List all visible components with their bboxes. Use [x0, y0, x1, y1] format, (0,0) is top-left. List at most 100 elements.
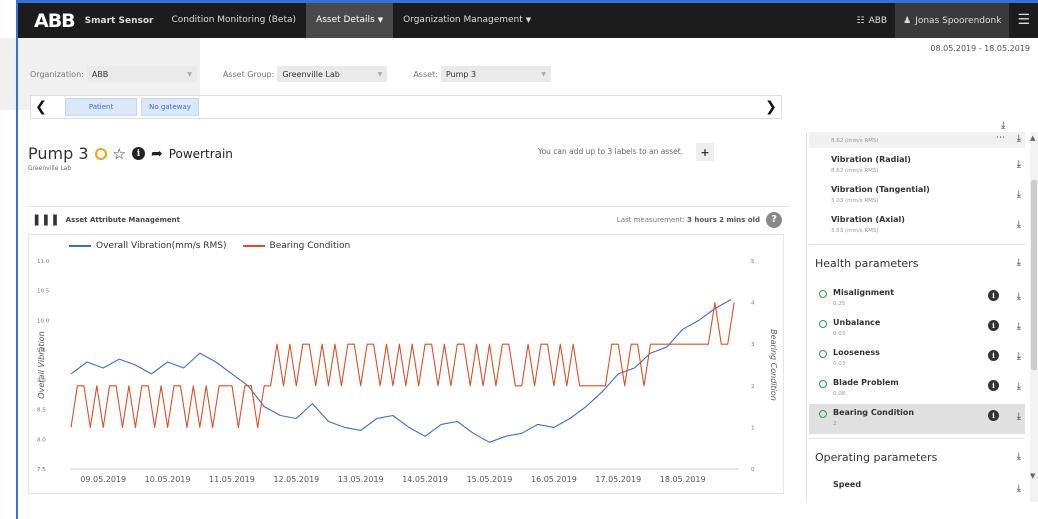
x-tick-label: 18.05.2019 [660, 475, 706, 484]
user-menu[interactable]: ♟ Jonas Spoorendonk [895, 3, 1010, 38]
chart-canvas[interactable]: 11.010.510.09.59.08.58.07.554321009.05.2… [29, 235, 785, 495]
help-icon[interactable]: ? [766, 211, 782, 228]
operating-row-speed[interactable]: Speed ⤓ [809, 476, 1025, 506]
y-left-tick-label: 10.5 [37, 289, 50, 295]
patient-chip[interactable]: Patient [65, 98, 137, 116]
info-icon[interactable]: i [988, 320, 999, 331]
caret-down-icon: ▼ [525, 16, 532, 24]
info-icon[interactable]: i [131, 147, 145, 160]
param-value: 8.62 (mm/s RMS) [831, 138, 879, 144]
param-name: Looseness [833, 348, 880, 357]
no-gateway-chip[interactable]: No gateway [141, 98, 199, 116]
sidebar-scrollbar-thumb[interactable] [1031, 180, 1037, 370]
download-icon[interactable]: ⤓ [1001, 120, 1005, 131]
user-name: Jonas Spoorendonk [915, 15, 1002, 26]
vibration-radial-row[interactable]: Vibration (Radial) 8.62 (mm/s RMS) ⤓ [809, 152, 1025, 182]
info-icon[interactable]: i [988, 350, 999, 361]
param-name: Misalignment [833, 288, 895, 297]
asset-label: Asset: [413, 69, 438, 79]
nav-asset-details[interactable]: Asset Details ▼ [306, 3, 394, 38]
info-icon[interactable]: i [988, 290, 999, 301]
section-title: Health parameters [815, 257, 919, 270]
x-tick-label: 14.05.2019 [402, 475, 448, 484]
download-icon[interactable]: ⤓ [1017, 483, 1021, 494]
dropdown-arrow-icon: ▼ [187, 70, 192, 78]
param-value: 0.25 [833, 301, 846, 307]
asset-header: Pump 3 ☆ i ➦ Powertrain [28, 144, 233, 163]
download-icon[interactable]: ⤓ [1017, 189, 1021, 200]
y-left-tick-label: 8.5 [37, 408, 46, 414]
hamburger-menu-icon[interactable]: ☰ [1009, 3, 1038, 38]
org-switcher[interactable]: ☷ ABB [849, 3, 896, 38]
x-tick-label: 11.05.2019 [209, 475, 255, 484]
operating-parameters-header: Operating parameters ⤓ [809, 438, 1025, 474]
vibration-tangential-row[interactable]: Vibration (Tangential) 3.03 (mm/s RMS) ⤓ [809, 182, 1025, 212]
asset-group-subtitle: Greenville Lab [28, 165, 72, 172]
add-label-button[interactable]: + [696, 143, 714, 161]
asset-select[interactable]: Pump 3 ▼ [440, 66, 551, 82]
param-value: 0.03 [833, 361, 846, 367]
sliders-icon[interactable]: ❚❚❚ [32, 213, 60, 226]
download-icon[interactable]: ⤓ [1017, 291, 1021, 302]
organization-select[interactable]: ABB ▼ [86, 66, 197, 82]
status-ok-icon [819, 320, 827, 328]
download-icon[interactable]: ⤓ [1017, 321, 1021, 332]
health-row-blade-problem[interactable]: Blade Problem 0.08 i ⤓ [809, 374, 1025, 404]
y-right-tick-label: 2 [751, 384, 755, 390]
page: ABB Smart Sensor Condition Monitoring (B… [0, 0, 1038, 519]
nav-organization-management-label: Organization Management [403, 15, 523, 25]
download-icon[interactable]: ⤓ [1017, 411, 1021, 422]
date-range[interactable]: 08.05.2019 - 18.05.2019 [930, 44, 1030, 53]
param-value: 0.08 [833, 391, 846, 397]
nav-organization-management[interactable]: Organization Management ▼ [393, 3, 541, 38]
abb-logo[interactable]: ABB [34, 10, 76, 32]
param-name: Unbalance [833, 318, 881, 327]
x-tick-label: 10.05.2019 [145, 475, 191, 484]
organization-value: ABB [91, 69, 109, 79]
info-icon[interactable]: i [988, 380, 999, 391]
param-value: 2 [833, 421, 837, 427]
status-ok-icon [819, 410, 827, 418]
download-icon[interactable]: ⤓ [1017, 133, 1021, 144]
health-parameters-header: Health parameters ⤓ [809, 244, 1025, 280]
chevron-left-icon[interactable]: ❮ [31, 98, 51, 116]
asset-group-select[interactable]: Greenville Lab ▼ [277, 66, 388, 82]
scroll-up-icon[interactable]: ▲ [1030, 134, 1035, 142]
navbar-right: ☷ ABB ♟ Jonas Spoorendonk ☰ [849, 3, 1038, 38]
attribute-bar: ❚❚❚ Asset Attribute Management Last meas… [28, 206, 790, 232]
nav-condition-monitoring[interactable]: Condition Monitoring (Beta) [161, 3, 306, 38]
health-row-misalignment[interactable]: Misalignment 0.25 i ⤓ [809, 284, 1025, 314]
asset-group-label: Asset Group: [222, 69, 275, 79]
chevron-right-icon[interactable]: ❯ [761, 98, 781, 116]
asset-label-tag[interactable]: Powertrain [169, 147, 233, 161]
dropdown-arrow-icon: ▼ [377, 70, 383, 78]
health-row-bearing-condition[interactable]: Bearing Condition 2 i ⤓ [809, 404, 1025, 434]
asset-attribute-management-link[interactable]: Asset Attribute Management [66, 216, 180, 224]
vibration-axial-row[interactable]: Vibration (Axial) 3.53 (mm/s RMS) ⤓ [809, 212, 1025, 242]
sidebar-panel: 8.62 (mm/s RMS) ⋯ ⤓ Vibration (Radial) 8… [806, 132, 1028, 502]
asset-value: Pump 3 [445, 69, 477, 79]
more-icon[interactable]: ⋯ [996, 133, 1005, 143]
download-icon[interactable]: ⤓ [1017, 381, 1021, 392]
y-left-tick-label: 10.0 [37, 318, 50, 324]
health-row-unbalance[interactable]: Unbalance 0.03 i ⤓ [809, 314, 1025, 344]
star-icon[interactable]: ☆ [113, 145, 126, 163]
vibration-row-cut[interactable]: 8.62 (mm/s RMS) ⋯ ⤓ [809, 132, 1025, 148]
organization-label: Organization: [30, 69, 84, 79]
download-icon[interactable]: ⤓ [1017, 219, 1021, 230]
download-icon[interactable]: ⤓ [1017, 451, 1021, 462]
scroll-down-icon[interactable]: ▼ [1030, 472, 1035, 480]
download-icon[interactable]: ⤓ [1017, 257, 1021, 268]
info-icon[interactable]: i [988, 410, 999, 421]
download-icon[interactable]: ⤓ [1017, 351, 1021, 362]
brand-label[interactable]: Smart Sensor [85, 16, 154, 26]
y-left-tick-label: 7.5 [37, 467, 46, 473]
health-row-looseness[interactable]: Looseness 0.03 i ⤓ [809, 344, 1025, 374]
last-measurement-label: Last measurement: [616, 215, 685, 224]
y-right-tick-label: 5 [751, 259, 755, 265]
download-icon[interactable]: ⤓ [1017, 159, 1021, 170]
top-navbar: ABB Smart Sensor Condition Monitoring (B… [18, 0, 1038, 38]
label-hint: You can add up to 3 labels to an asset. [538, 147, 684, 156]
x-tick-label: 16.05.2019 [531, 475, 577, 484]
y-left-tick-label: 8.0 [37, 437, 46, 443]
